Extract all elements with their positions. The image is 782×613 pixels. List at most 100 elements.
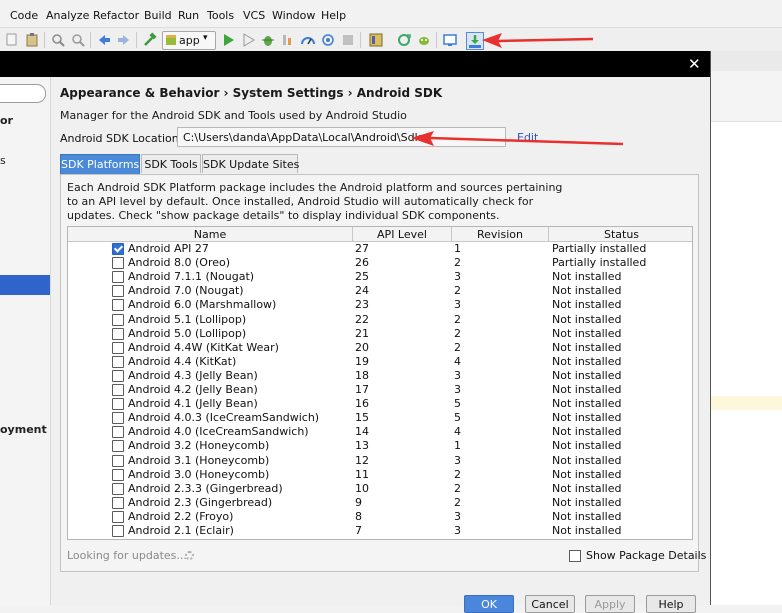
table-row[interactable]: Android 4.0.3 (IceCreamSandwich) 15 5 Not i… [68, 411, 692, 425]
table-row[interactable]: Android 7.0 (Nougat) 24 2 Not installed [68, 284, 692, 298]
coverage-icon[interactable] [280, 32, 296, 48]
avd-manager-icon[interactable] [442, 32, 458, 48]
menu-code[interactable]: Code [10, 9, 38, 22]
platform-checkbox[interactable] [112, 299, 124, 312]
sdk-location-label: Android SDK Location: [60, 132, 183, 145]
menu-run[interactable]: Run [178, 9, 199, 22]
sidebar-item-label[interactable]: or [0, 114, 13, 127]
page-description: Manager for the Android SDK and Tools us… [60, 109, 407, 122]
status-cell: Not installed [552, 298, 622, 312]
table-row[interactable]: Android 3.1 (Honeycomb) 12 3 Not installed [68, 454, 692, 468]
gradle-sync-icon[interactable] [396, 32, 412, 48]
run-icon[interactable] [220, 32, 236, 48]
menu-bar: Code Analyze Refactor Build Run Tools VC… [0, 0, 782, 27]
platform-checkbox[interactable] [112, 384, 124, 396]
table-row[interactable]: Android 3.2 (Honeycomb) 13 1 Not installed [68, 439, 692, 453]
platform-checkbox[interactable] [112, 257, 124, 270]
platform-checkbox[interactable] [112, 454, 124, 467]
apply-button[interactable]: Apply [585, 595, 635, 613]
sidebar-item-label[interactable]: s [0, 154, 6, 167]
status-cell: Partially installed [552, 242, 647, 255]
copy-icon[interactable] [4, 32, 20, 48]
menu-tools[interactable]: Tools [207, 9, 234, 22]
platform-checkbox[interactable] [112, 355, 124, 368]
ok-button[interactable]: OK [464, 595, 514, 613]
make-icon[interactable] [142, 32, 158, 48]
settings-search-input[interactable] [0, 84, 46, 103]
platform-checkbox[interactable] [112, 510, 124, 523]
table-row[interactable]: Android 6.0 (Marshmallow) 23 3 Not installe… [68, 298, 692, 312]
table-row[interactable]: Android 5.0 (Lollipop) 21 2 Not installed [68, 327, 692, 341]
table-row[interactable]: Android 2.2 (Froyo) 8 3 Not installed [68, 510, 692, 524]
menu-vcs[interactable]: VCS [243, 9, 265, 22]
platform-name-cell: Android 6.0 (Marshmallow) [128, 298, 277, 312]
platform-checkbox[interactable] [112, 243, 124, 255]
back-icon[interactable] [96, 32, 112, 48]
table-row[interactable]: Android 7.1.1 (Nougat) 25 3 Not installed [68, 270, 692, 284]
android-monitor-icon[interactable] [416, 32, 432, 48]
platform-checkbox[interactable] [112, 525, 124, 537]
platform-checkbox[interactable] [112, 398, 124, 411]
table-row[interactable]: Android 3.0 (Honeycomb) 11 2 Not installed [68, 467, 692, 482]
tab-sdk-update-sites[interactable]: SDK Update Sites [202, 154, 299, 173]
column-header-status[interactable]: Status [549, 228, 692, 241]
table-row[interactable]: Android 5.1 (Lollipop) 22 2 Not installed [68, 313, 692, 327]
platform-checkbox[interactable] [112, 327, 124, 340]
menu-window[interactable]: Window [272, 9, 315, 22]
api-level-cell: 25 [355, 270, 369, 284]
project-structure-icon[interactable] [368, 32, 384, 48]
platform-checkbox[interactable] [112, 341, 124, 354]
close-icon[interactable]: ✕ [688, 55, 701, 73]
menu-refactor[interactable]: Refactor [93, 9, 139, 22]
replace-icon[interactable] [70, 32, 86, 48]
show-package-details-label[interactable]: Show Package Details [586, 549, 706, 562]
table-row[interactable]: Android 2.3.3 (Gingerbread) 10 2 Not instal… [68, 481, 692, 496]
platform-checkbox[interactable] [112, 440, 124, 453]
run-config-combo[interactable]: app ▾ [162, 31, 216, 50]
table-row[interactable]: Android API 27 27 1 Partially installed [68, 242, 692, 256]
table-row[interactable]: Android 4.4 (KitKat) 19 4 Not installed [68, 355, 692, 369]
platform-checkbox[interactable] [112, 426, 124, 439]
column-header-name[interactable]: Name [68, 228, 352, 241]
show-package-details-checkbox[interactable] [569, 550, 581, 562]
tab-sdk-platforms[interactable]: SDK Platforms [60, 154, 140, 174]
table-row[interactable]: Android 8.0 (Oreo) 26 2 Partially installed [68, 256, 692, 270]
table-row[interactable]: Android 4.1 (Jelly Bean) 16 5 Not installed [68, 397, 692, 411]
profile-icon[interactable] [300, 32, 316, 48]
menu-build[interactable]: Build [144, 9, 172, 22]
column-header-revision[interactable]: Revision [452, 228, 548, 241]
forward-icon[interactable] [116, 32, 132, 48]
paste-icon[interactable] [24, 32, 40, 48]
platform-checkbox[interactable] [112, 271, 124, 284]
find-icon[interactable] [50, 32, 66, 48]
platform-checkbox[interactable] [112, 496, 124, 509]
platform-checkbox[interactable] [112, 285, 124, 298]
platform-checkbox[interactable] [112, 482, 124, 495]
table-row[interactable]: Android 4.3 (Jelly Bean) 18 3 Not installed [68, 369, 692, 383]
run-instant-icon[interactable] [240, 32, 256, 48]
help-button[interactable]: Help [646, 595, 696, 613]
table-row[interactable]: Android 4.0 (IceCreamSandwich) 14 4 Not ins… [68, 425, 692, 439]
debug-icon[interactable] [260, 32, 276, 48]
table-row[interactable]: Android 2.3 (Gingerbread) 9 2 Not installed [68, 496, 692, 510]
menu-help[interactable]: Help [321, 9, 346, 22]
menu-analyze[interactable]: Analyze [46, 9, 89, 22]
sidebar-item-label[interactable]: oyment [0, 423, 47, 436]
attach-debugger-icon[interactable] [320, 32, 336, 48]
column-header-api-level[interactable]: API Level [353, 228, 451, 241]
platform-name-cell: Android 2.1 (Eclair) [128, 524, 234, 537]
stop-icon[interactable] [340, 32, 356, 48]
status-cell: Not installed [552, 481, 622, 495]
api-level-cell: 11 [355, 467, 369, 481]
table-row[interactable]: Android 4.2 (Jelly Bean) 17 3 Not installed [68, 383, 692, 397]
platform-name-cell: Android 3.0 (Honeycomb) [128, 467, 270, 481]
platform-checkbox[interactable] [112, 468, 124, 481]
cancel-button[interactable]: Cancel [525, 595, 575, 613]
platform-checkbox[interactable] [112, 412, 124, 425]
table-row[interactable]: Android 4.4W (KitKat Wear) 20 2 Not install… [68, 341, 692, 355]
platform-checkbox[interactable] [112, 369, 124, 382]
platform-checkbox[interactable] [112, 313, 124, 326]
sidebar-item-selected[interactable] [0, 275, 50, 295]
tab-sdk-tools[interactable]: SDK Tools [141, 154, 201, 173]
table-row[interactable]: Android 2.1 (Eclair) 7 3 Not installed [68, 524, 692, 538]
